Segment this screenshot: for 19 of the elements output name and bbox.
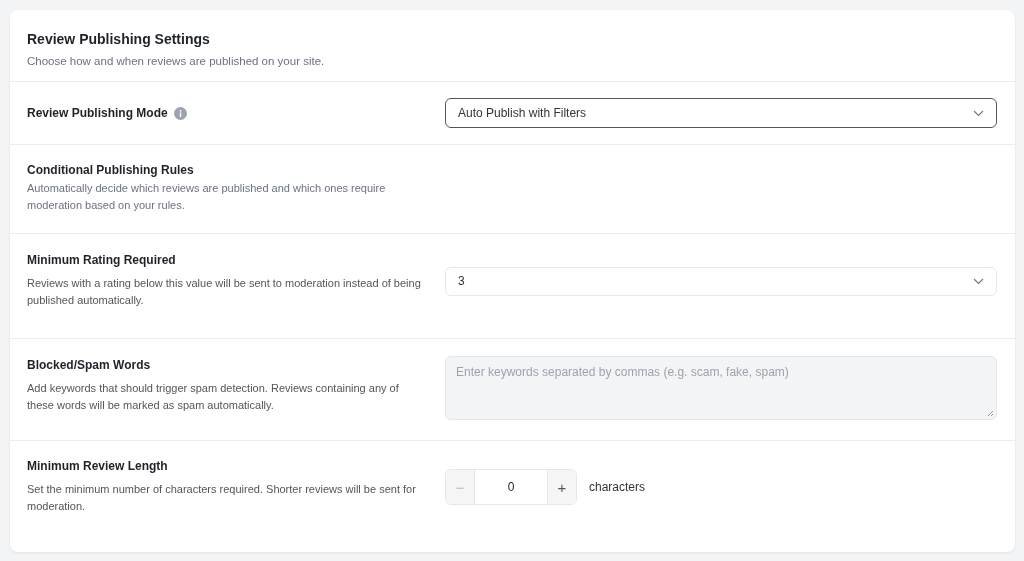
dropdown-field[interactable]: Auto Publish with Filters — [445, 98, 997, 128]
setting-title: Blocked/Spam Words — [27, 358, 151, 372]
unit-label: characters — [589, 480, 646, 494]
setting-title: Review Publishing Mode — [27, 106, 168, 120]
setting-description: Set the minimum number of characters required. Shorter reviews will be sent for moderation. — [27, 482, 417, 514]
page-subtitle: Choose how and when reviews are published on your site. — [27, 55, 326, 67]
setting-description: Add keywords that should trigger spam detection. Reviews containing any of these words will be marked as spam automatically. — [27, 381, 400, 413]
setting-title: Conditional Publishing Rules — [27, 163, 194, 177]
setting-description: Automatically decide which reviews are published and which ones require moderation based on your rules. — [27, 181, 387, 213]
page-title: Review Publishing Settings — [27, 31, 211, 47]
dropdown-field[interactable]: 3 — [445, 266, 997, 296]
setting-title: Minimum Review Length — [27, 459, 168, 473]
chevron-down-icon — [973, 109, 984, 117]
chevron-down-icon — [973, 277, 984, 285]
resize-grip-icon — [987, 410, 994, 417]
increment-button[interactable]: + — [548, 470, 576, 504]
setting-description: Reviews with a rating below this value will be sent to moderation instead of being published automatically. — [27, 276, 422, 308]
info-icon[interactable] — [173, 106, 187, 120]
setting-title: Minimum Rating Required — [27, 253, 176, 267]
